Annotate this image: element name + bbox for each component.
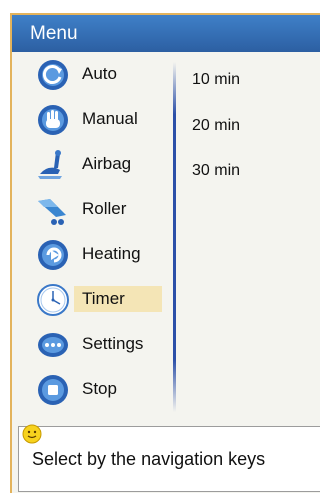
settings-icon [38, 333, 68, 357]
menu-item-stop[interactable]: Stop [12, 371, 172, 407]
menu-item-manual[interactable]: Manual [12, 101, 172, 137]
roller-icon [38, 199, 66, 225]
timer-option-30[interactable]: 30 min [192, 159, 240, 183]
menu-header: Menu [12, 15, 320, 52]
stop-icon [38, 375, 68, 405]
menu-item-roller[interactable]: Roller [12, 191, 172, 227]
smiley-icon [22, 424, 42, 444]
menu-item-label: Timer [74, 286, 162, 312]
airbag-icon [38, 150, 62, 179]
menu-item-label: Heating [82, 244, 141, 263]
hint-text: Select by the navigation keys [32, 449, 266, 469]
heating-icon [38, 240, 68, 270]
timer-option-20[interactable]: 20 min [192, 114, 240, 138]
menu-list: Auto Manual Airbag Roller Heating Timer … [12, 56, 172, 416]
column-divider [173, 62, 176, 412]
menu-item-label: Settings [82, 334, 144, 353]
menu-item-auto[interactable]: Auto [12, 56, 172, 92]
menu-item-airbag[interactable]: Airbag [12, 146, 172, 182]
timer-option-10[interactable]: 10 min [192, 68, 240, 92]
menu-item-label: Roller [82, 199, 127, 218]
menu-title: Menu [30, 23, 78, 44]
menu-item-label: Manual [82, 109, 138, 128]
hand-icon [38, 105, 68, 135]
menu-item-settings[interactable]: Settings [12, 326, 172, 362]
menu-item-timer[interactable]: Timer [12, 281, 172, 317]
menu-item-label: Stop [82, 379, 117, 398]
menu-item-heating[interactable]: Heating [12, 236, 172, 272]
menu-item-label: Auto [82, 64, 117, 83]
clock-icon [37, 284, 69, 316]
auto-icon [38, 60, 68, 90]
menu-item-label: Airbag [82, 154, 132, 173]
